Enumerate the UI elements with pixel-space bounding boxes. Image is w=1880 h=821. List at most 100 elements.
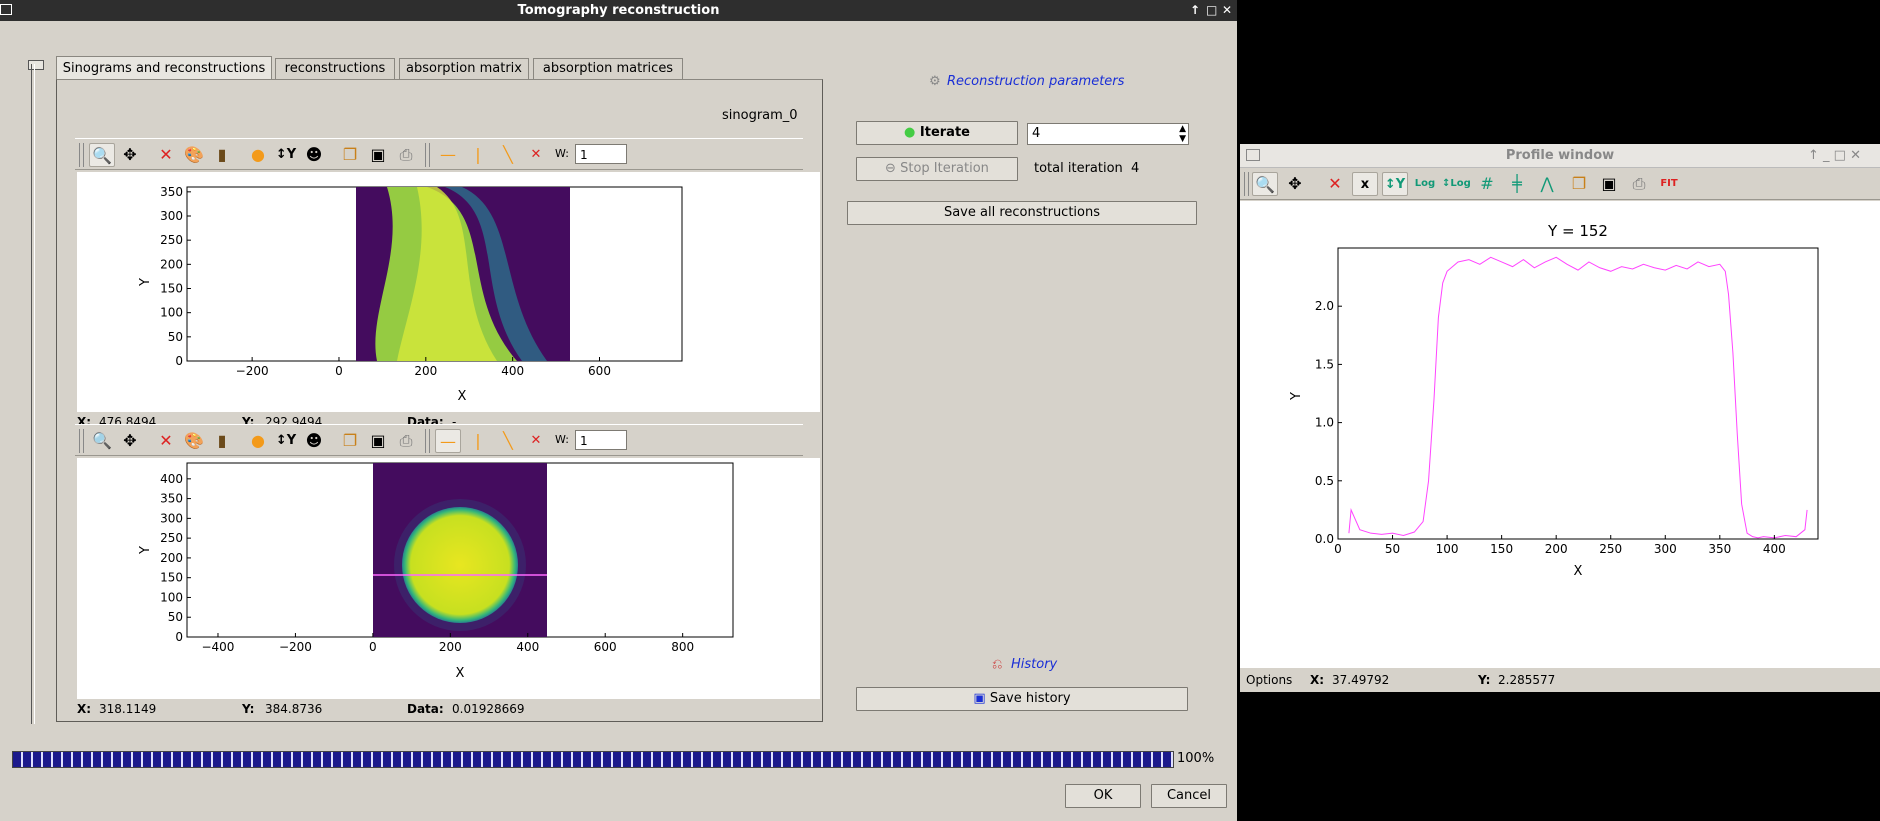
tab-absorption-matrices[interactable]: absorption matrices — [533, 58, 683, 80]
toolbar-grip[interactable] — [1244, 172, 1249, 196]
plot1-y-tick-label: 350 — [160, 185, 183, 199]
print-icon[interactable]: ⎙ — [393, 143, 419, 167]
iterations-value: 4 — [1032, 126, 1041, 141]
marker-icon[interactable]: ● — [245, 143, 271, 167]
toolbar-grip[interactable] — [79, 429, 84, 453]
y-log-icon[interactable]: ↕Log — [1442, 172, 1471, 196]
save-icon[interactable]: ▣ — [365, 429, 391, 453]
copy-icon[interactable]: ❐ — [337, 429, 363, 453]
colorbar-icon[interactable]: ▮ — [209, 429, 235, 453]
marker-icon[interactable]: ● — [245, 429, 271, 453]
profile-y-tick-label: 2.0 — [1315, 299, 1334, 313]
reconstruction-plot[interactable]: −400 −200 0 200 400 600 800 0 50 100 150 200 250 300… — [77, 458, 820, 699]
colormap-icon[interactable]: 🎨 — [181, 429, 207, 453]
reconstruction-parameters-link[interactable]: Reconstruction parameters — [947, 74, 1124, 89]
plot2-y-tick-label: 0 — [175, 630, 183, 644]
print-icon[interactable]: ⎙ — [1626, 172, 1652, 196]
spin-arrows-icon[interactable]: ▲ ▼ — [1179, 124, 1186, 144]
pan-icon[interactable]: ✥ — [1282, 172, 1308, 196]
progress-text: 100% — [1177, 751, 1215, 766]
print-icon[interactable]: ⎙ — [393, 429, 419, 453]
points-icon[interactable]: ⋀ — [1534, 172, 1560, 196]
tab-absorption-matrix[interactable]: absorption matrix — [399, 58, 529, 80]
maximize-up-icon[interactable]: ↑ — [1190, 0, 1200, 21]
pan-icon[interactable]: ✥ — [117, 143, 143, 167]
toolbar-grip[interactable] — [425, 429, 430, 453]
hline-icon[interactable]: — — [435, 143, 461, 167]
vline-icon[interactable]: | — [465, 143, 491, 167]
line-icon[interactable]: ╲ — [495, 143, 521, 167]
copy-icon[interactable]: ❐ — [337, 143, 363, 167]
cancel-button[interactable]: Cancel — [1151, 784, 1227, 808]
clear-icon[interactable]: ✕ — [1322, 172, 1348, 196]
grid-icon[interactable]: # — [1474, 172, 1500, 196]
maximize-icon[interactable]: □ — [1206, 0, 1217, 21]
save-all-reconstructions-button[interactable]: Save all reconstructions — [847, 201, 1197, 225]
splitter[interactable] — [31, 64, 35, 724]
plot2-x-coord-value: 318.1149 — [99, 702, 157, 716]
sinogram-plot[interactable]: −200 0 200 400 600 0 50 100 150 200 250 300 350 X Y — [77, 172, 820, 412]
clear-profile-icon[interactable]: ✕ — [523, 143, 549, 167]
fit-icon[interactable]: FIT — [1656, 172, 1682, 196]
profile-window-controls-icon[interactable]: ↑ _ □ ✕ — [1808, 144, 1861, 168]
save-history-button[interactable]: ▣ Save history — [856, 687, 1188, 711]
toolbar-grip[interactable] — [79, 143, 84, 167]
zoom-icon[interactable]: 🔍 — [89, 143, 115, 167]
options-menu[interactable]: Options — [1246, 673, 1292, 687]
x-autoscale-icon[interactable]: x — [1352, 172, 1378, 196]
profile-x-tick-label: 100 — [1436, 542, 1459, 556]
width-spinbox[interactable]: 1 — [575, 144, 627, 164]
tab-reconstructions[interactable]: reconstructions — [275, 58, 395, 80]
hline-icon[interactable]: — — [435, 429, 461, 453]
stop-icon: ⊖ — [885, 161, 896, 176]
profile-plot[interactable]: Y = 152 0 50 100 150 200 250 300 350 400 0.0 0.5 1… — [1240, 201, 1880, 668]
profile-window-menu-icon[interactable] — [1246, 149, 1260, 161]
plot2-x-tick-label: 800 — [671, 640, 694, 654]
history-link[interactable]: History — [1011, 657, 1057, 672]
tab-sinograms-and-reconstructions[interactable]: Sinograms and reconstructions — [56, 56, 272, 80]
stop-iteration-button[interactable]: ⊖ Stop Iteration — [856, 157, 1018, 181]
iterate-label: Iterate — [919, 125, 970, 140]
width-spinbox[interactable]: 1 — [575, 430, 627, 450]
y-axis-icon[interactable]: ↕Y — [273, 429, 299, 453]
clear-profile-icon[interactable]: ✕ — [523, 429, 549, 453]
plot1-x-label: X — [458, 389, 467, 404]
plot2-y-ticks: 0 50 100 150 200 250 300 350 400 — [160, 472, 191, 644]
y-autoscale-icon[interactable]: ↕Y — [1382, 172, 1408, 196]
plot1-toolbar: 🔍 ✥ ✕ 🎨 ▮ ● ↕Y ☻ ❐ ▣ ⎙ — | ╲ ✕ W: 1 — [75, 138, 803, 170]
pan-icon[interactable]: ✥ — [117, 429, 143, 453]
tab-pane: sinogram_0 🔍 ✥ ✕ 🎨 ▮ ● ↕Y ☻ ❐ ▣ ⎙ — | ╲ … — [56, 79, 823, 722]
line-icon[interactable]: ╲ — [495, 429, 521, 453]
iterations-spinbox[interactable]: 4 ▲ ▼ — [1027, 123, 1189, 145]
clear-icon[interactable]: ✕ — [153, 429, 179, 453]
profile-plot-title: Y = 152 — [1547, 222, 1608, 240]
profile-x-tick-label: 300 — [1654, 542, 1677, 556]
y-axis-icon[interactable]: ↕Y — [273, 143, 299, 167]
curve-style-icon[interactable]: ╪ — [1504, 172, 1530, 196]
profile-y-coord-value: 2.285577 — [1498, 673, 1556, 687]
toolbar-grip[interactable] — [425, 143, 430, 167]
close-icon[interactable]: ✕ — [1222, 0, 1232, 21]
mask-icon[interactable]: ☻ — [301, 143, 327, 167]
profile-coords: Options X: 37.49792 Y: 2.285577 — [1240, 670, 1880, 692]
clear-icon[interactable]: ✕ — [153, 143, 179, 167]
stop-iteration-label: Stop Iteration — [900, 161, 989, 176]
ok-button[interactable]: OK — [1065, 784, 1141, 808]
total-iteration-value: 4 — [1131, 161, 1140, 176]
window-menu-icon[interactable] — [0, 4, 12, 15]
x-log-icon[interactable]: Log — [1412, 172, 1438, 196]
zoom-icon[interactable]: 🔍 — [89, 429, 115, 453]
copy-icon[interactable]: ❐ — [1566, 172, 1592, 196]
zoom-icon[interactable]: 🔍 — [1252, 172, 1278, 196]
plot2-x-tick-label: 0 — [369, 640, 377, 654]
plot2-toolbar: 🔍 ✥ ✕ 🎨 ▮ ● ↕Y ☻ ❐ ▣ ⎙ — | ╲ ✕ W: 1 — [75, 424, 803, 456]
save-icon[interactable]: ▣ — [1596, 172, 1622, 196]
mask-icon[interactable]: ☻ — [301, 429, 327, 453]
iterate-button[interactable]: ● Iterate — [856, 121, 1018, 145]
plot1-y-tick-label: 200 — [160, 257, 183, 271]
vline-icon[interactable]: | — [465, 429, 491, 453]
colormap-icon[interactable]: 🎨 — [181, 143, 207, 167]
save-icon[interactable]: ▣ — [365, 143, 391, 167]
colorbar-icon[interactable]: ▮ — [209, 143, 235, 167]
profile-x-tick-label: 150 — [1490, 542, 1513, 556]
